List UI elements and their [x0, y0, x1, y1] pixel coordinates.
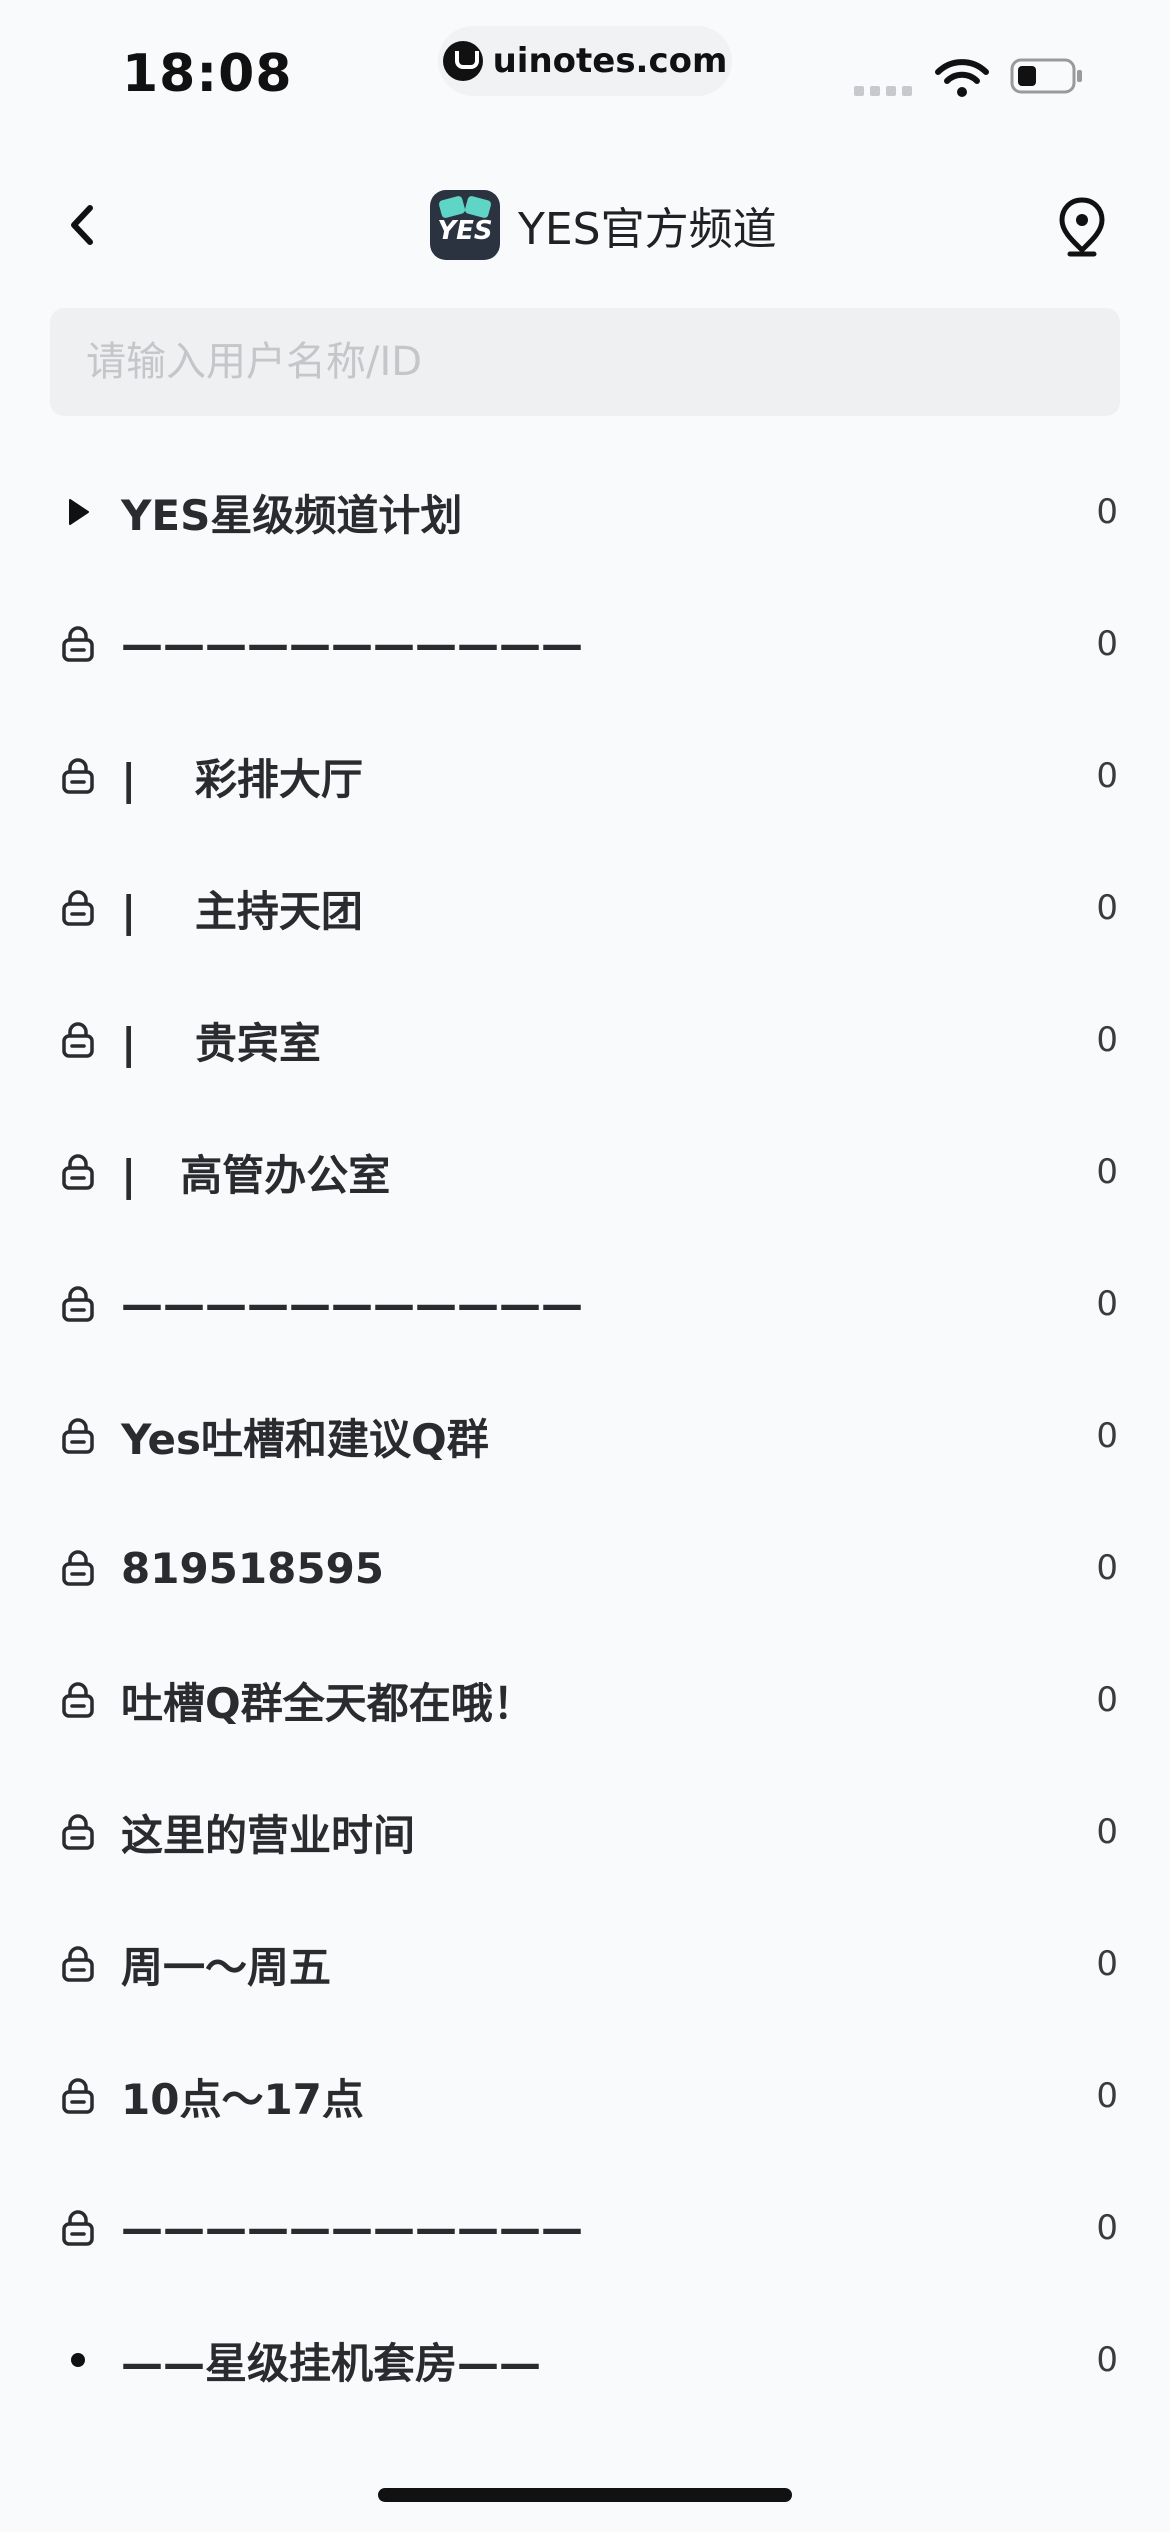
channel-name: ——星级挂机套房—— — [121, 2338, 542, 2388]
uinotes-logo-icon — [442, 41, 483, 81]
channel-row[interactable]: YES星级频道计划 0 — [0, 446, 1170, 578]
channel-row[interactable]: ——————————— 0 — [0, 2162, 1170, 2294]
lock-icon — [58, 1416, 98, 1456]
member-count: 0 — [1096, 1944, 1118, 1984]
member-count: 0 — [1096, 624, 1118, 664]
lock-icon — [58, 888, 98, 928]
member-count: 0 — [1096, 2076, 1118, 2116]
channel-name: 819518595 — [121, 1543, 385, 1593]
lock-icon — [58, 2208, 98, 2248]
lock-icon — [58, 1680, 98, 1720]
member-count: 0 — [1096, 492, 1118, 532]
member-count: 0 — [1096, 888, 1118, 928]
channel-name: ——————————— — [121, 619, 583, 669]
member-count: 0 — [1096, 1152, 1118, 1192]
url-pill[interactable]: uinotes.com — [438, 26, 732, 96]
channel-name: ——————————— — [121, 1279, 583, 1329]
channel-row[interactable]: | 主持天团 0 — [0, 842, 1170, 974]
back-chevron-icon[interactable] — [60, 200, 104, 250]
channel-row[interactable]: | 贵宾室 0 — [0, 974, 1170, 1106]
channel-row[interactable]: 10点～17点 0 — [0, 2030, 1170, 2162]
member-count: 0 — [1096, 1284, 1118, 1324]
channel-name: | 彩排大厅 — [121, 754, 363, 804]
lock-icon — [58, 2076, 98, 2116]
dot-icon — [58, 2340, 98, 2380]
page-title: YES官方频道 — [518, 204, 777, 255]
lock-icon — [58, 1548, 98, 1588]
member-count: 0 — [1096, 1812, 1118, 1852]
lock-icon — [58, 624, 98, 664]
channel-row[interactable]: ——星级挂机套房—— 0 — [0, 2294, 1170, 2426]
nav-title-group: YES YES官方频道 — [430, 188, 777, 262]
channel-row[interactable]: Yes吐槽和建议Q群 0 — [0, 1370, 1170, 1502]
lock-icon — [58, 1152, 98, 1192]
location-pin-icon[interactable] — [1054, 194, 1110, 258]
channel-row[interactable]: | 高管办公室 0 — [0, 1106, 1170, 1238]
channel-name: YES星级频道计划 — [121, 490, 463, 540]
channel-name: 10点～17点 — [121, 2074, 364, 2124]
lock-icon — [58, 756, 98, 796]
channel-row[interactable]: 这里的营业时间 0 — [0, 1766, 1170, 1898]
wifi-icon — [935, 59, 989, 97]
channel-name: 吐槽Q群全天都在哦！ — [121, 1678, 535, 1728]
cellular-signal-icon — [854, 86, 912, 96]
member-count: 0 — [1096, 2208, 1118, 2248]
channel-name: | 主持天团 — [121, 886, 363, 936]
nav-bar: YES YES官方频道 — [0, 170, 1170, 280]
lock-icon — [58, 1812, 98, 1852]
channel-row[interactable]: ——————————— 0 — [0, 578, 1170, 710]
channel-row[interactable]: ——————————— 0 — [0, 1238, 1170, 1370]
channel-name: 这里的营业时间 — [121, 1810, 416, 1860]
channel-row[interactable]: 周一～周五 0 — [0, 1898, 1170, 2030]
channel-logo: YES — [430, 190, 500, 260]
channel-name: | 贵宾室 — [121, 1018, 321, 1068]
channel-name: | 高管办公室 — [121, 1150, 391, 1200]
channel-list: YES星级频道计划 0 ——————————— 0 | 彩排大厅 0 | 主持天团 0 | 贵宾… — [0, 446, 1170, 2426]
triangle-right-icon — [58, 492, 98, 532]
url-text: uinotes.com — [492, 41, 728, 81]
channel-name: Yes吐槽和建议Q群 — [121, 1414, 489, 1464]
lock-icon — [58, 1944, 98, 1984]
channel-row[interactable]: 819518595 0 — [0, 1502, 1170, 1634]
member-count: 0 — [1096, 1416, 1118, 1456]
member-count: 0 — [1096, 1680, 1118, 1720]
status-time: 18:08 — [122, 44, 293, 104]
lock-icon — [58, 1020, 98, 1060]
channel-screen: 18:08 uinotes.com YES YES官方频道 请输入用户名称/ID… — [0, 0, 1170, 2532]
channel-row[interactable]: | 彩排大厅 0 — [0, 710, 1170, 842]
lock-icon — [58, 1284, 98, 1324]
member-count: 0 — [1096, 2340, 1118, 2380]
channel-name: ——————————— — [121, 2203, 583, 2253]
status-bar: 18:08 uinotes.com — [0, 0, 1170, 140]
search-input[interactable] — [50, 308, 1120, 416]
member-count: 0 — [1096, 1548, 1118, 1588]
member-count: 0 — [1096, 1020, 1118, 1060]
channel-row[interactable]: 吐槽Q群全天都在哦！ 0 — [0, 1634, 1170, 1766]
battery-icon — [1010, 58, 1082, 94]
channel-name: 周一～周五 — [121, 1942, 332, 1992]
home-indicator[interactable] — [378, 2488, 792, 2502]
member-count: 0 — [1096, 756, 1118, 796]
